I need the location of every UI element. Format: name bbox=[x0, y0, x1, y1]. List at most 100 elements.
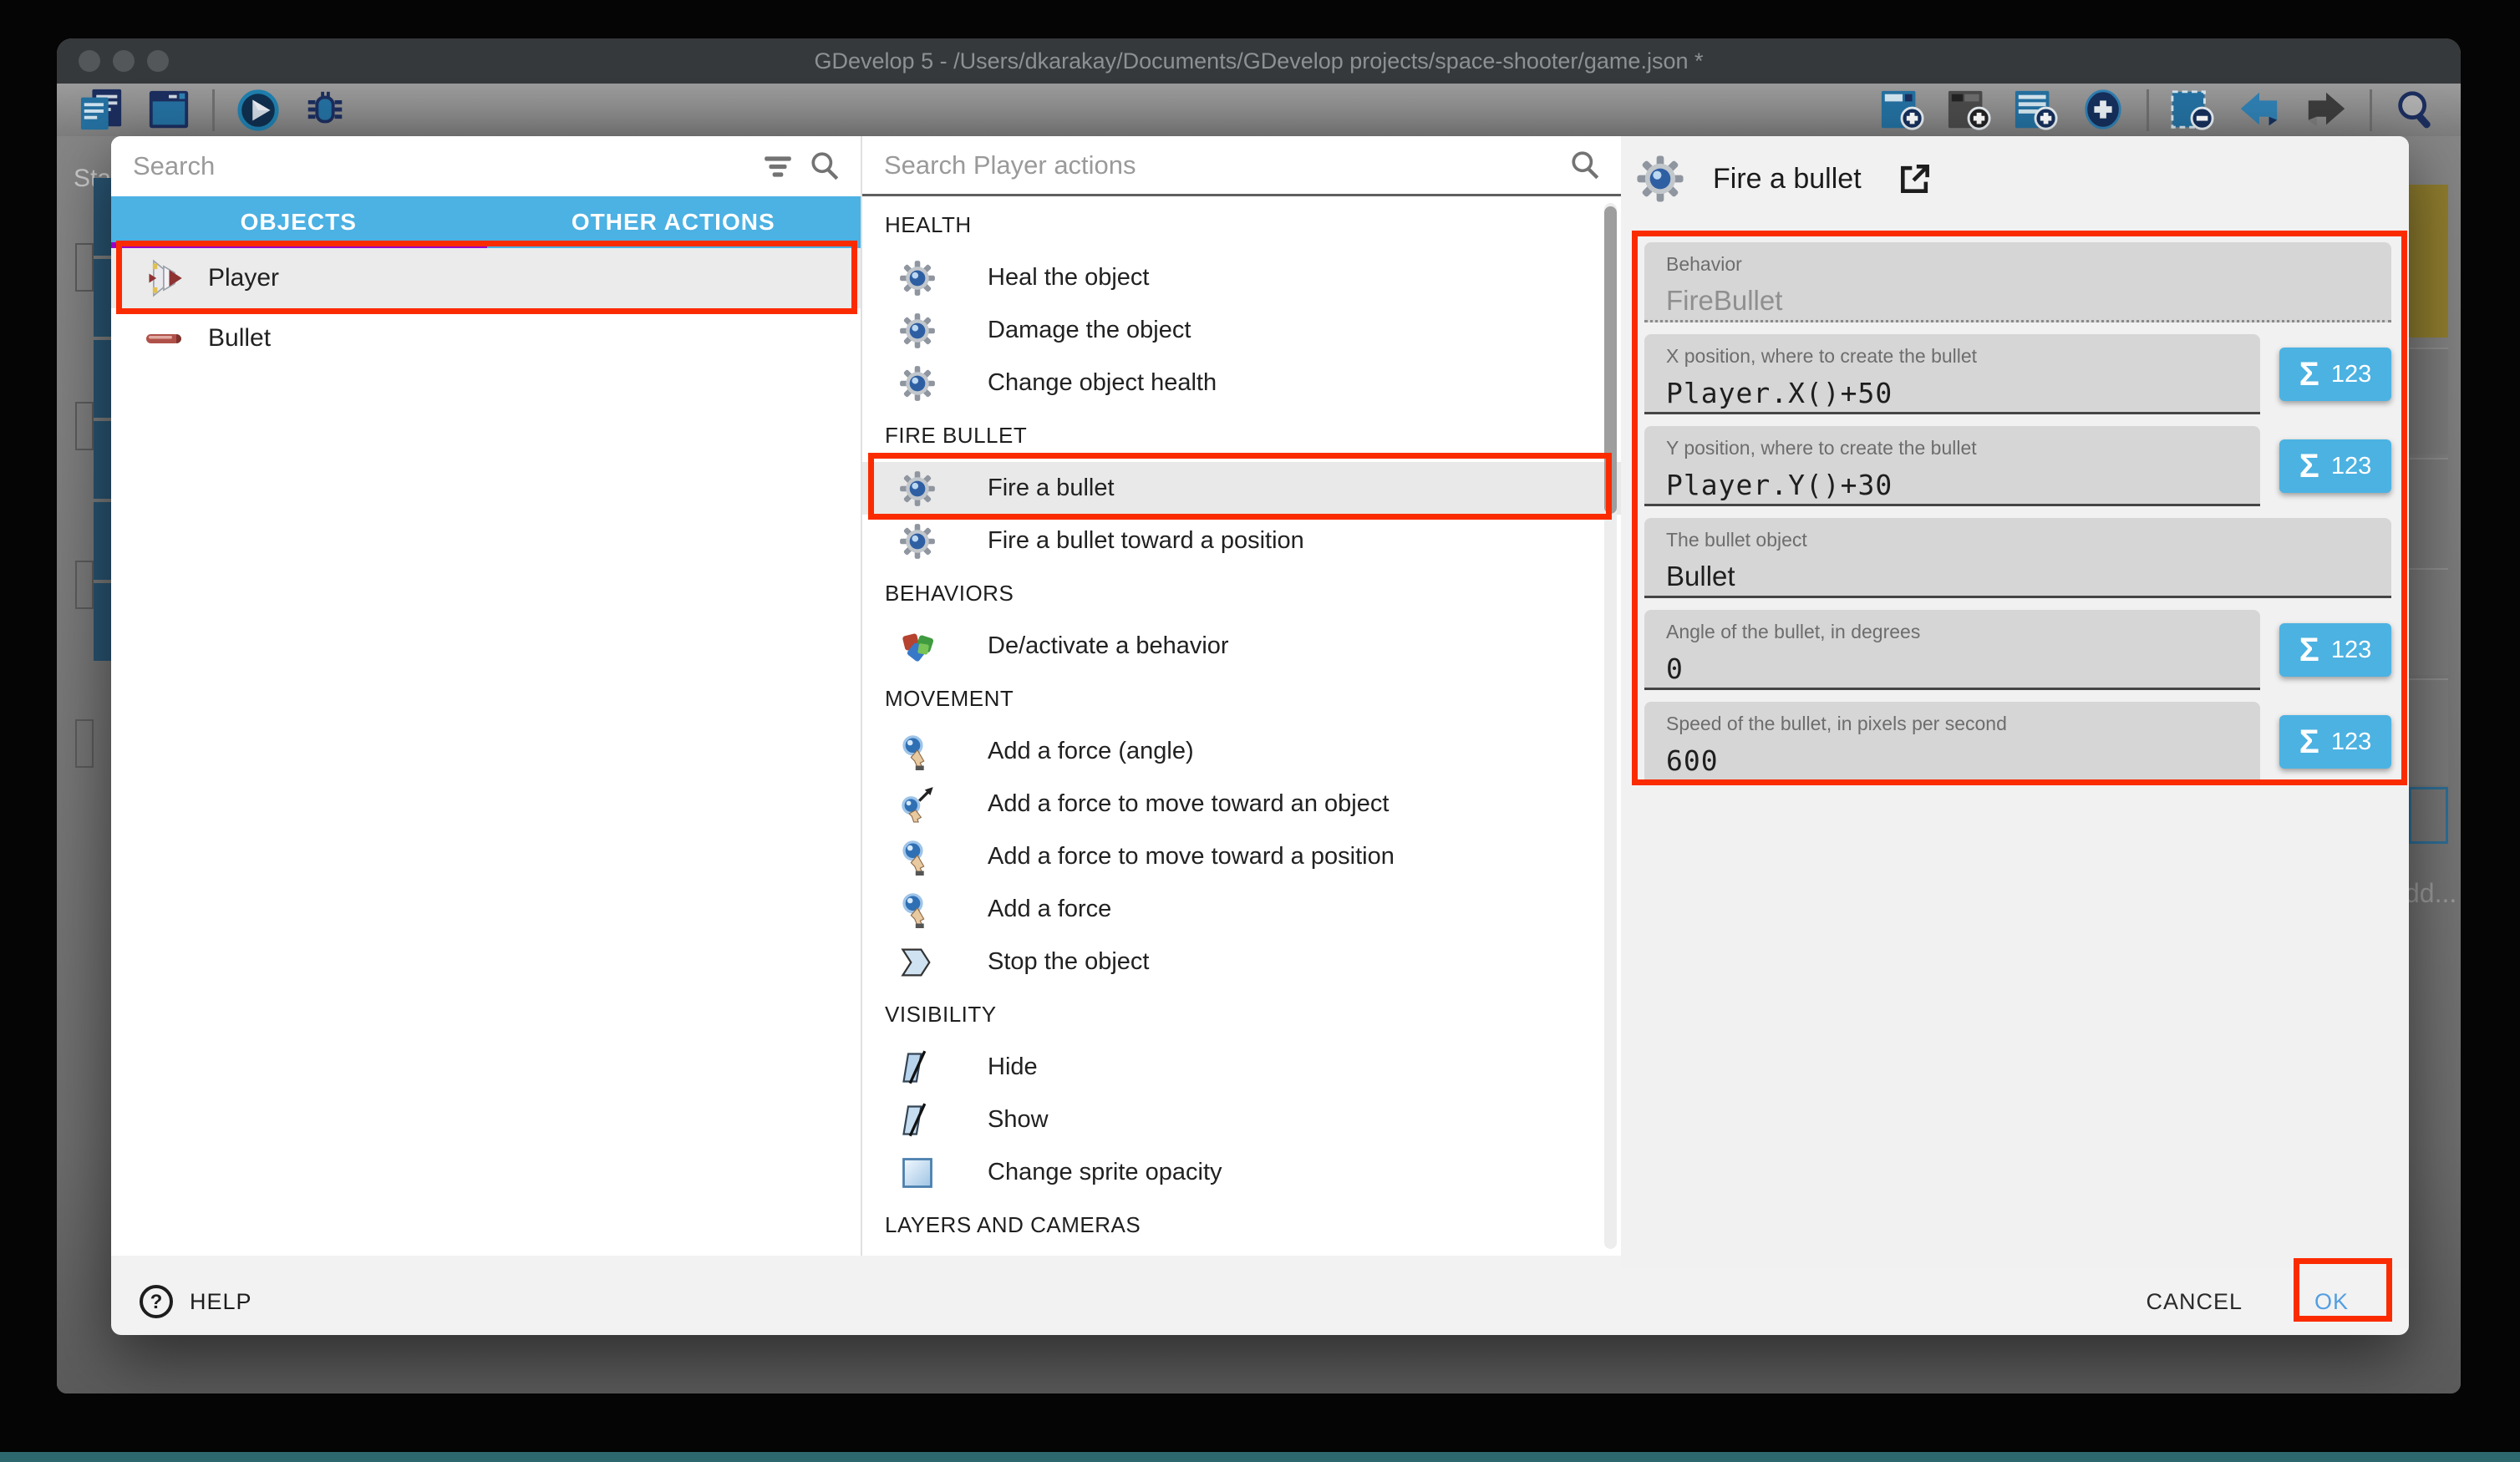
action-item[interactable]: De/activate a behavior bbox=[862, 620, 1621, 673]
tab-objects[interactable]: OBJECTS bbox=[111, 196, 486, 248]
undo-icon[interactable] bbox=[2236, 88, 2283, 133]
add-action-clipped-label: dd... bbox=[2405, 878, 2456, 909]
parameter-value[interactable]: Bullet bbox=[1666, 561, 2370, 592]
action-label: Show bbox=[988, 1106, 1049, 1134]
sigma-icon: Σ bbox=[2299, 356, 2319, 393]
action-item[interactable]: Fire a bullet toward a position bbox=[862, 515, 1621, 567]
action-item[interactable]: Change object health bbox=[862, 357, 1621, 409]
action-label: Fire a bullet bbox=[988, 475, 1115, 502]
event-condition-box bbox=[75, 402, 94, 450]
actions-scrollbar[interactable] bbox=[1604, 203, 1617, 1249]
action-label: Damage the object bbox=[988, 317, 1191, 344]
action-item[interactable]: Stop the object bbox=[862, 936, 1621, 988]
inspector-header: Fire a bullet bbox=[1636, 155, 1933, 203]
opacity-icon bbox=[899, 1155, 936, 1191]
search-icon[interactable] bbox=[809, 150, 841, 182]
stop-icon bbox=[899, 944, 936, 981]
parameter-row: Speed of the bullet, in pixels per secon… bbox=[1644, 702, 2391, 782]
parameter-value[interactable]: Player.X()+50 bbox=[1666, 377, 2238, 409]
section-header: VISIBILITY bbox=[862, 988, 1621, 1041]
action-item[interactable]: Change sprite opacity bbox=[862, 1146, 1621, 1199]
force-toward-object-icon bbox=[899, 786, 936, 823]
parameter-label: Angle of the bullet, in degrees bbox=[1666, 621, 2238, 643]
expression-editor-button[interactable]: Σ 123 bbox=[2279, 715, 2391, 769]
search-icon[interactable] bbox=[1569, 150, 1601, 181]
action-item[interactable]: Damage the object bbox=[862, 304, 1621, 357]
expression-editor-button[interactable]: Σ 123 bbox=[2279, 348, 2391, 401]
scrollbar-thumb[interactable] bbox=[1604, 206, 1617, 514]
actions-panel: HEALTH Heal the object Damage the object… bbox=[861, 136, 1621, 1256]
parameter-field: Behavior FireBullet bbox=[1644, 242, 2391, 322]
selected-tab-indicator bbox=[111, 242, 487, 248]
action-item[interactable]: Show bbox=[862, 1094, 1621, 1146]
filter-icon[interactable] bbox=[762, 150, 794, 182]
help-button[interactable]: ? HELP bbox=[138, 1283, 252, 1320]
parameter-value[interactable]: Player.Y()+30 bbox=[1666, 469, 2238, 501]
debug-icon[interactable] bbox=[302, 88, 348, 133]
event-block bbox=[94, 421, 111, 499]
section-header: LAYERS AND CAMERAS bbox=[862, 1199, 1621, 1251]
action-item[interactable]: Add a force (angle) bbox=[862, 725, 1621, 778]
parameter-field[interactable]: X position, where to create the bullet P… bbox=[1644, 334, 2260, 414]
actions-search-input[interactable] bbox=[882, 150, 1554, 181]
objects-search-bar bbox=[111, 136, 861, 196]
action-label: De/activate a behavior bbox=[988, 632, 1229, 660]
dialog-footer: ? HELP CANCEL OK bbox=[111, 1268, 2409, 1335]
event-block bbox=[94, 259, 111, 337]
search-icon[interactable] bbox=[2392, 88, 2439, 133]
add-event-icon[interactable] bbox=[1879, 88, 1926, 133]
expression-123-label: 123 bbox=[2331, 728, 2371, 756]
object-item-bullet[interactable]: Bullet bbox=[111, 308, 861, 368]
action-item[interactable]: Heal the object bbox=[862, 251, 1621, 304]
action-item[interactable]: Add a force to move toward an object bbox=[862, 778, 1621, 830]
open-in-new-icon[interactable] bbox=[1897, 160, 1933, 197]
event-block bbox=[94, 340, 111, 418]
action-item[interactable]: Add a force bbox=[862, 883, 1621, 936]
object-item-player[interactable]: Player bbox=[111, 248, 861, 308]
action-label: Change sprite opacity bbox=[988, 1159, 1222, 1186]
expression-123-label: 123 bbox=[2331, 361, 2371, 388]
event-condition-box bbox=[75, 719, 94, 768]
remove-event-icon[interactable] bbox=[2169, 88, 2216, 133]
scene-editor-icon[interactable] bbox=[145, 88, 192, 133]
desktop-edge bbox=[0, 1452, 2520, 1462]
parameter-field[interactable]: Speed of the bullet, in pixels per secon… bbox=[1644, 702, 2260, 782]
parameter-field[interactable]: Angle of the bullet, in degrees 0 bbox=[1644, 610, 2260, 690]
parameter-field[interactable]: Y position, where to create the bullet P… bbox=[1644, 426, 2260, 506]
objects-search-input[interactable] bbox=[131, 150, 747, 182]
event-condition-box bbox=[75, 561, 94, 609]
expression-editor-button[interactable]: Σ 123 bbox=[2279, 439, 2391, 493]
parameter-row: Behavior FireBullet bbox=[1644, 242, 2391, 322]
add-subevents-icon[interactable] bbox=[2013, 88, 2060, 133]
action-item[interactable]: Fire a bullet bbox=[862, 462, 1621, 515]
parameter-label: Speed of the bullet, in pixels per secon… bbox=[1666, 713, 2238, 735]
gear-icon bbox=[899, 470, 936, 507]
cancel-button[interactable]: CANCEL bbox=[2146, 1289, 2243, 1315]
action-item[interactable]: Add a force to move toward a position bbox=[862, 830, 1621, 883]
redo-icon[interactable] bbox=[2303, 88, 2350, 133]
action-editor-dialog: OBJECTS OTHER ACTIONS Player Bullet HEAL… bbox=[111, 136, 2409, 1335]
parameter-value[interactable]: 600 bbox=[1666, 744, 2238, 777]
help-icon: ? bbox=[138, 1283, 175, 1320]
highlighted-action-remnant bbox=[2409, 185, 2448, 338]
expression-123-label: 123 bbox=[2331, 637, 2371, 664]
toolbar-divider bbox=[2370, 89, 2372, 131]
expression-editor-button[interactable]: Σ 123 bbox=[2279, 623, 2391, 677]
parameter-field[interactable]: The bullet object Bullet bbox=[1644, 518, 2391, 598]
play-icon[interactable] bbox=[235, 88, 282, 133]
section-header: BEHAVIORS bbox=[862, 567, 1621, 620]
toolbar-divider bbox=[2147, 89, 2149, 131]
action-item[interactable]: Hide bbox=[862, 1041, 1621, 1094]
objects-tabbar: OBJECTS OTHER ACTIONS bbox=[111, 196, 861, 248]
add-circle-icon[interactable] bbox=[2080, 88, 2126, 133]
toolbar-divider bbox=[212, 89, 215, 131]
tab-other-actions[interactable]: OTHER ACTIONS bbox=[486, 196, 861, 248]
gear-icon bbox=[899, 312, 936, 349]
ok-button[interactable]: OK bbox=[2304, 1289, 2359, 1315]
events-sheet-icon[interactable] bbox=[79, 88, 125, 133]
add-comment-icon[interactable] bbox=[1946, 88, 1993, 133]
show-icon bbox=[899, 1102, 936, 1139]
section-header: MOVEMENT bbox=[862, 673, 1621, 725]
parameter-value[interactable]: 0 bbox=[1666, 652, 2238, 685]
force-icon bbox=[899, 734, 936, 770]
